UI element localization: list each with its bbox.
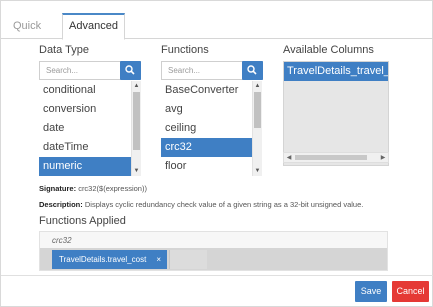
applied-function-name: crc32 — [52, 236, 72, 245]
description-line: Description: Displays cyclic redundancy … — [39, 200, 363, 209]
function-item-floor[interactable]: floor — [161, 157, 252, 176]
scroll-up-icon[interactable]: ▲ — [132, 81, 141, 91]
scrollbar-thumb[interactable] — [254, 92, 261, 128]
functions-applied-label: Functions Applied — [39, 215, 126, 227]
function-item-avg[interactable]: avg — [161, 100, 252, 119]
save-button[interactable]: Save — [355, 281, 387, 302]
search-icon — [125, 65, 135, 75]
tab-quick[interactable]: Quick — [13, 13, 51, 39]
data-type-item-conditional[interactable]: conditional — [39, 81, 131, 100]
scrollbar-thumb[interactable] — [295, 155, 367, 160]
functions-search-input[interactable] — [162, 62, 242, 79]
available-columns-label: Available Columns — [283, 44, 374, 56]
data-type-search — [39, 61, 141, 80]
scrollbar-thumb[interactable] — [133, 92, 140, 150]
close-icon[interactable]: × — [156, 250, 161, 269]
function-item-baseconverter[interactable]: BaseConverter — [161, 81, 252, 100]
applied-column-chip[interactable]: TravelDetails.travel_cost × — [52, 250, 167, 269]
data-type-item-datetime[interactable]: dateTime — [39, 138, 131, 157]
data-type-search-button[interactable] — [120, 61, 141, 80]
cancel-button[interactable]: Cancel — [392, 281, 429, 302]
data-type-scrollbar[interactable]: ▲ ▼ — [131, 81, 141, 176]
functions-label: Functions — [161, 44, 209, 56]
scroll-left-icon[interactable]: ◀ — [284, 153, 294, 163]
data-type-item-date[interactable]: date — [39, 119, 131, 138]
tab-bar: Quick Advanced — [1, 13, 433, 40]
description-label: Description: — [39, 200, 83, 209]
functions-search — [161, 61, 263, 80]
functions-applied-panel: crc32 TravelDetails.travel_cost × — [39, 231, 388, 271]
signature-line: Signature: crc32($(expression)) — [39, 184, 147, 193]
function-item-crc32[interactable]: crc32 — [161, 138, 252, 157]
data-type-label: Data Type — [39, 44, 89, 56]
data-type-item-conversion[interactable]: conversion — [39, 100, 131, 119]
scroll-up-icon[interactable]: ▲ — [253, 81, 262, 91]
available-columns-list: TravelDetails_travel_cost — [283, 61, 389, 166]
available-column-item[interactable]: TravelDetails_travel_cost — [284, 62, 388, 81]
signature-value: crc32($(expression)) — [78, 184, 147, 193]
applied-argument-row[interactable]: TravelDetails.travel_cost × — [40, 248, 387, 270]
functions-scrollbar[interactable]: ▲ ▼ — [252, 81, 262, 176]
data-type-list: conditional conversion date dateTime num… — [39, 81, 141, 176]
data-type-search-input[interactable] — [40, 62, 120, 79]
search-icon — [247, 65, 257, 75]
signature-label: Signature: — [39, 184, 77, 193]
scroll-right-icon[interactable]: ▶ — [378, 153, 388, 163]
description-value: Displays cyclic redundancy check value o… — [84, 200, 364, 209]
scroll-down-icon[interactable]: ▼ — [253, 166, 262, 176]
advanced-expression-dialog: Quick Advanced Data Type conditional con… — [0, 0, 433, 307]
tab-advanced[interactable]: Advanced — [62, 13, 125, 40]
scroll-down-icon[interactable]: ▼ — [132, 166, 141, 176]
argument-separator — [169, 250, 207, 269]
available-columns-hscrollbar[interactable]: ◀ ▶ — [283, 152, 389, 163]
footer-divider — [1, 275, 433, 276]
functions-list: BaseConverter avg ceiling crc32 floor ▲ … — [161, 81, 263, 176]
function-item-ceiling[interactable]: ceiling — [161, 119, 252, 138]
data-type-item-numeric[interactable]: numeric — [39, 157, 131, 176]
functions-search-button[interactable] — [242, 61, 263, 80]
chip-label: TravelDetails.travel_cost — [59, 255, 147, 264]
